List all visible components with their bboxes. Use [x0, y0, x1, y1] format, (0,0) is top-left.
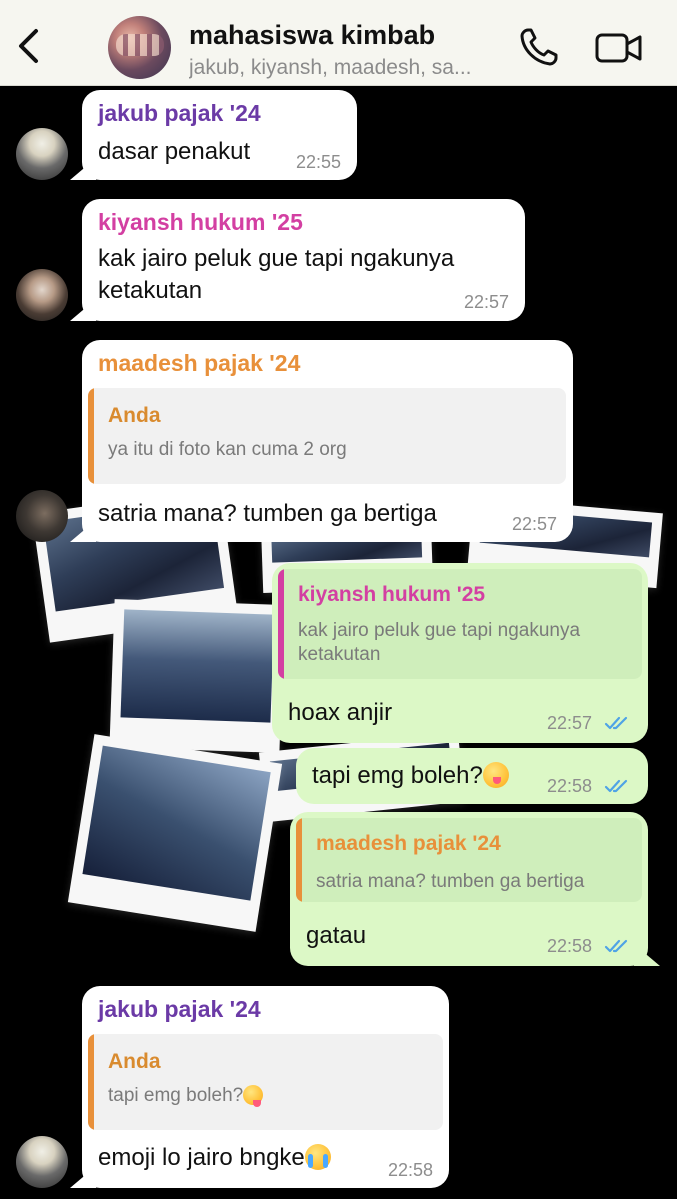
quote-sender: Anda [108, 1050, 161, 1073]
message-text: dasar penakut [98, 138, 251, 165]
outgoing-message-bubble[interactable]: kiyansh hukum '25 kak jairo peluk gue ta… [272, 563, 648, 743]
quote-text-line: ketakutan [298, 644, 381, 665]
outgoing-message-bubble[interactable]: tapi emg boleh? 22:58 [296, 748, 648, 804]
quote-bar [278, 569, 284, 679]
video-call-button[interactable] [595, 32, 643, 64]
message-time: 22:57 [463, 292, 509, 312]
back-button[interactable] [12, 26, 46, 66]
quote-bar [88, 388, 94, 484]
message-text: satria mana? tumben ga bertiga [98, 500, 437, 527]
sender-avatar-maadesh[interactable] [16, 490, 68, 542]
quote-bar [296, 818, 302, 902]
sender-name: jakub pajak '24 [98, 996, 261, 1022]
quote-text: satria mana? tumben ga bertiga [316, 871, 585, 892]
yum-emoji-icon [482, 762, 509, 788]
quote-text: ya itu di foto kan cuma 2 org [108, 439, 347, 460]
sender-avatar-jakub[interactable] [16, 1136, 68, 1188]
sender-avatar-jakub[interactable] [16, 128, 68, 180]
message-time: 22:57 [511, 514, 557, 534]
yum-emoji-icon [243, 1085, 264, 1107]
sender-name: maadesh pajak '24 [98, 350, 301, 376]
quote-text: tapi emg boleh? [108, 1084, 264, 1108]
message-text-content: tapi emg boleh? [312, 762, 483, 789]
quote-text-content: tapi emg boleh? [108, 1085, 244, 1106]
double-check-icon [604, 779, 628, 793]
quote-sender: Anda [108, 404, 161, 427]
video-camera-icon [595, 33, 642, 63]
quote-text-line: kak jairo peluk gue tapi ngakunya [298, 620, 581, 641]
quoted-message[interactable]: maadesh pajak '24 satria mana? tumben ga… [296, 818, 642, 902]
chat-members[interactable]: jakub, kiyansh, maadesh, sa... [189, 56, 509, 80]
message-text-line: ketakutan [98, 277, 203, 304]
quote-sender: maadesh pajak '24 [316, 832, 501, 855]
message-time: 22:57 [546, 713, 592, 733]
outgoing-message-bubble[interactable]: maadesh pajak '24 satria mana? tumben ga… [290, 812, 648, 966]
message-text: tapi emg boleh? [312, 760, 509, 792]
message-bubble[interactable]: jakub pajak '24 dasar penakut 22:55 [82, 90, 357, 180]
call-button[interactable] [519, 26, 559, 68]
message-bubble[interactable]: maadesh pajak '24 Anda ya itu di foto ka… [82, 340, 573, 542]
message-time: 22:55 [295, 152, 341, 172]
message-time: 22:58 [387, 1160, 433, 1180]
message-text-content: emoji lo jairo bngke [98, 1144, 305, 1171]
double-check-icon [604, 939, 628, 953]
message-text: hoax anjir [288, 699, 393, 726]
group-avatar[interactable] [108, 16, 171, 79]
sender-avatar-kiyansh[interactable] [16, 269, 68, 321]
double-check-icon [604, 716, 628, 730]
message-bubble[interactable]: jakub pajak '24 Anda tapi emg boleh? emo… [82, 986, 449, 1188]
phone-icon [520, 28, 558, 66]
chat-header: mahasiswa kimbab jakub, kiyansh, maadesh… [0, 0, 677, 86]
wallpaper-photo [67, 734, 283, 932]
sender-name: kiyansh hukum '25 [98, 209, 303, 235]
quote-bar [88, 1034, 94, 1130]
message-time: 22:58 [546, 776, 592, 796]
quoted-message[interactable]: Anda ya itu di foto kan cuma 2 org [88, 388, 566, 484]
sender-name: jakub pajak '24 [98, 100, 261, 126]
quoted-message[interactable]: kiyansh hukum '25 kak jairo peluk gue ta… [278, 569, 642, 679]
message-time: 22:58 [546, 936, 592, 956]
chat-title[interactable]: mahasiswa kimbab [189, 20, 435, 51]
message-text: emoji lo jairo bngke [98, 1142, 331, 1174]
quoted-message[interactable]: Anda tapi emg boleh? [88, 1034, 443, 1130]
chevron-left-icon [19, 29, 38, 63]
message-text-line: kak jairo peluk gue tapi ngakunya [98, 245, 455, 272]
message-bubble[interactable]: kiyansh hukum '25 kak jairo peluk gue ta… [82, 199, 525, 321]
crying-emoji-icon [304, 1144, 331, 1170]
quote-sender: kiyansh hukum '25 [298, 583, 486, 606]
message-text: gatau [306, 922, 367, 949]
wallpaper-photo [109, 599, 285, 753]
